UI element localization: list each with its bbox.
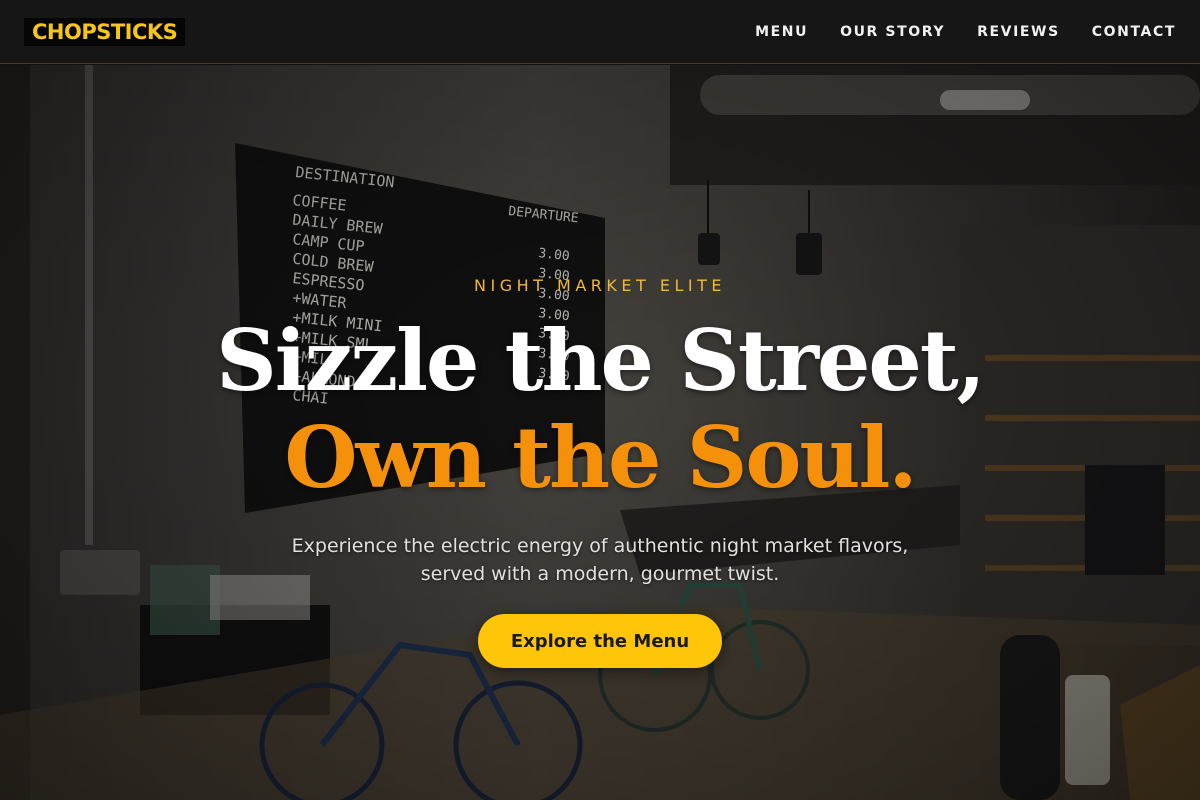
hero-headline-line-2: Own the Soul. <box>284 408 917 507</box>
nav-link-reviews[interactable]: REVIEWS <box>977 24 1060 40</box>
nav-link-contact[interactable]: CONTACT <box>1092 24 1176 40</box>
nav-link-menu[interactable]: MENU <box>755 24 808 40</box>
top-navbar: CHOPSTICKS MENU OUR STORY REVIEWS CONTAC… <box>0 0 1200 64</box>
hero-content: NIGHT MARKET ELITE Sizzle the Street, Ow… <box>0 65 1200 800</box>
explore-menu-button[interactable]: Explore the Menu <box>478 614 722 668</box>
brand-logo[interactable]: CHOPSTICKS <box>24 17 186 46</box>
hero-headline-line-1: Sizzle the Street, <box>216 311 986 410</box>
hero-eyebrow: NIGHT MARKET ELITE <box>474 276 726 295</box>
nav-link-our-story[interactable]: OUR STORY <box>840 24 945 40</box>
hero-subtext: Experience the electric energy of authen… <box>291 535 909 585</box>
nav-links: MENU OUR STORY REVIEWS CONTACT <box>723 24 1176 40</box>
